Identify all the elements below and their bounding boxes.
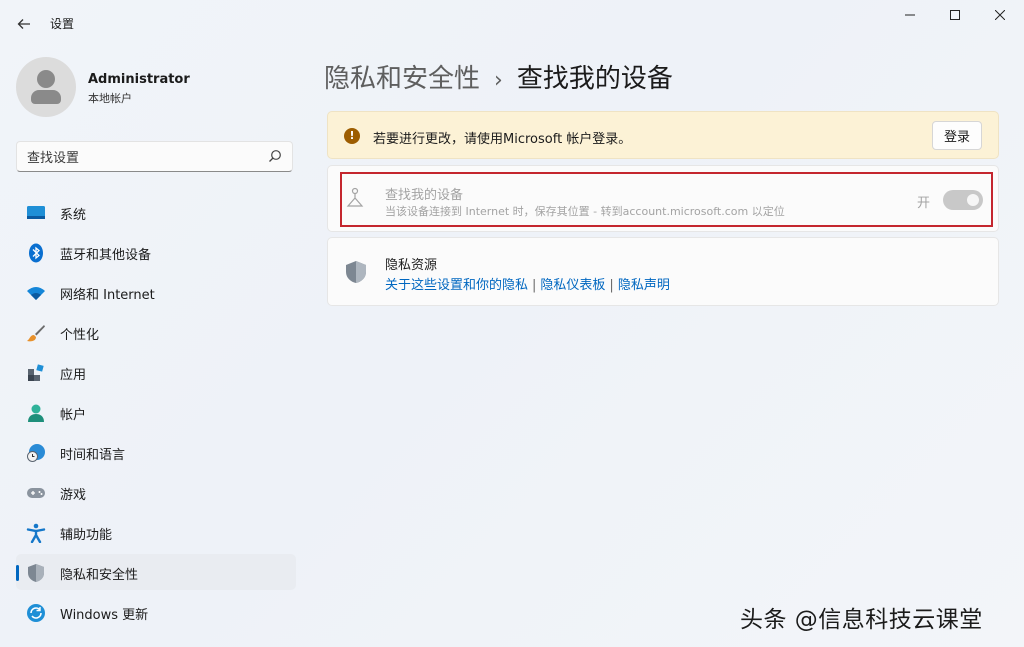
sidebar-item-accessibility[interactable]: 辅助功能: [16, 514, 296, 550]
sidebar-item-accounts[interactable]: 帐户: [16, 394, 296, 430]
avatar-body: [31, 90, 61, 104]
bluetooth-icon: [29, 243, 43, 263]
sidebar-item-apps[interactable]: 应用: [16, 354, 296, 390]
sidebar-item-label: 网络和 Internet: [60, 288, 155, 303]
minimize-icon: [905, 14, 915, 16]
gamepad-icon: [27, 488, 45, 498]
sidebar-item-network[interactable]: 网络和 Internet: [16, 274, 296, 310]
display-icon: [27, 206, 45, 219]
maximize-button[interactable]: [932, 4, 978, 30]
privacy-settings-link[interactable]: 关于这些设置和你的隐私: [385, 278, 528, 293]
sidebar-item-label: 游戏: [60, 488, 87, 503]
watermark: 头条 @信息科技云课堂: [740, 607, 983, 633]
sidebar-item-privacy-security[interactable]: 隐私和安全性: [16, 554, 296, 590]
sidebar-item-label: 时间和语言: [60, 448, 126, 463]
accessibility-icon: [26, 523, 46, 543]
arrow-left-icon: [17, 19, 30, 29]
close-icon: [994, 9, 1006, 21]
avatar[interactable]: [16, 57, 76, 117]
sidebar-item-time-language[interactable]: 时间和语言: [16, 434, 296, 470]
person-icon: [28, 404, 44, 422]
sidebar-item-label: 隐私和安全性: [60, 568, 139, 583]
app-title: 设置: [50, 17, 75, 31]
sidebar-item-label: Windows 更新: [60, 608, 149, 623]
breadcrumb-parent[interactable]: 隐私和安全性: [324, 64, 480, 94]
sidebar-item-label: 蓝牙和其他设备: [60, 248, 152, 263]
shield-icon: [346, 261, 366, 283]
selection-indicator: [16, 565, 19, 581]
privacy-links: 关于这些设置和你的隐私 | 隐私仪表板 | 隐私声明: [385, 274, 670, 293]
link-divider: |: [609, 278, 614, 293]
sidebar-item-label: 系统: [60, 208, 87, 223]
search-input[interactable]: [25, 147, 259, 169]
sidebar-item-label: 帐户: [60, 408, 87, 423]
search-box[interactable]: [16, 141, 293, 172]
shield-icon: [28, 564, 44, 582]
update-icon: [27, 604, 45, 622]
privacy-dashboard-link[interactable]: 隐私仪表板: [540, 278, 605, 293]
minimize-button[interactable]: [887, 4, 933, 30]
banner-message: 若要进行更改，请使用Microsoft 帐户登录。: [373, 132, 632, 147]
globe-clock-icon: [27, 444, 45, 462]
sidebar-item-label: 应用: [60, 368, 87, 383]
sidebar-item-gaming[interactable]: 游戏: [16, 474, 296, 510]
warning-icon: !: [344, 128, 360, 144]
title-bar: 设置: [0, 0, 1024, 48]
back-button[interactable]: [12, 12, 36, 36]
link-divider: |: [532, 278, 537, 293]
close-button[interactable]: [977, 4, 1023, 30]
wifi-icon: [27, 287, 45, 300]
user-name: Administrator: [88, 72, 190, 87]
sidebar-item-label: 个性化: [60, 328, 100, 343]
sidebar-item-personalization[interactable]: 个性化: [16, 314, 296, 350]
search-icon[interactable]: [268, 149, 282, 163]
sidebar-item-label: 辅助功能: [60, 528, 113, 543]
signin-banner: ! 若要进行更改，请使用Microsoft 帐户登录。 登录: [327, 111, 999, 159]
account-type: 本地帐户: [88, 92, 132, 105]
sidebar-item-system[interactable]: 系统: [16, 194, 296, 230]
privacy-statement-link[interactable]: 隐私声明: [618, 278, 670, 293]
sidebar-item-windows-update[interactable]: Windows 更新: [16, 594, 296, 630]
breadcrumb: 隐私和安全性 › 查找我的设备: [324, 58, 673, 95]
highlight-box: [340, 172, 993, 227]
maximize-icon: [950, 10, 960, 20]
chevron-right-icon: ›: [494, 68, 503, 93]
privacy-resources-title: 隐私资源: [385, 258, 438, 273]
apps-icon: [28, 364, 44, 381]
page-title: 查找我的设备: [516, 64, 673, 94]
avatar-head: [37, 70, 55, 88]
sidebar-nav: 系统 蓝牙和其他设备 网络和 Internet 个性化 应用 帐户 时间和语言 …: [16, 194, 296, 634]
login-button[interactable]: 登录: [932, 121, 982, 150]
privacy-resources-card: 隐私资源 关于这些设置和你的隐私 | 隐私仪表板 | 隐私声明: [327, 237, 999, 306]
sidebar-item-bluetooth[interactable]: 蓝牙和其他设备: [16, 234, 296, 270]
brush-icon: [27, 325, 45, 342]
